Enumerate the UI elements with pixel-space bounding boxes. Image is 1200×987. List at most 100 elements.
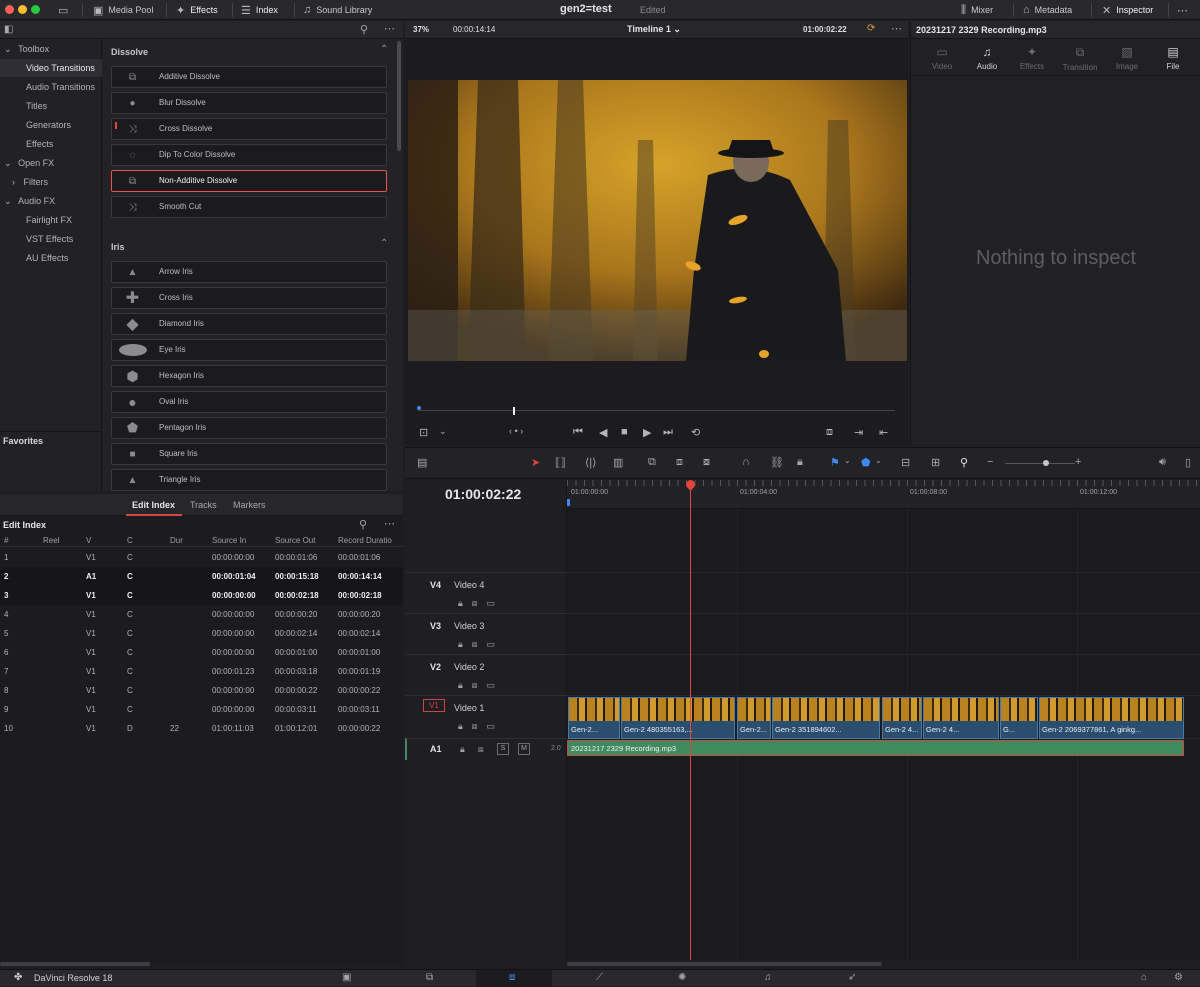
sidebar-item-open-fx[interactable]: ⌄ Open FX (0, 154, 102, 172)
zoom-out-icon[interactable]: − (987, 456, 993, 468)
search-icon[interactable]: ⚲ (360, 23, 368, 36)
chevron-down-icon[interactable]: ⌄ (875, 456, 882, 465)
flag-icon[interactable]: ⚑ (830, 456, 840, 469)
table-row[interactable]: 3 V1 C 00:00:00:00 00:00:02:18 00:00:02:18 (0, 586, 403, 605)
media-page-icon[interactable]: ▣ (342, 972, 351, 983)
timeline-ruler[interactable]: 01:00:00:00 01:00:04:00 01:00:08:00 01:0… (567, 480, 1200, 509)
jog-control-icon[interactable]: ‹ • › (509, 426, 523, 436)
effect-dip-to-color-dissolve[interactable]: ◌ Dip To Color Dissolve (111, 144, 387, 166)
table-row[interactable]: 1 V1 C 00:00:00:00 00:00:01:06 00:00:01:06 (0, 548, 403, 567)
more-options-icon[interactable]: ⋯ (1177, 0, 1188, 20)
column-header-dur[interactable]: Dur (170, 536, 183, 545)
zoom-window-button[interactable] (31, 5, 40, 14)
marker-icon[interactable]: ⬟ (861, 456, 871, 469)
video-clip[interactable]: Gen-2 2069377861, A ginkg... (1039, 697, 1184, 739)
lock-icon[interactable]: 🔒︎ (458, 721, 463, 732)
sidebar-item-au-effects[interactable]: AU Effects (0, 249, 102, 267)
audio-meter-icon[interactable]: ▯ (1185, 456, 1191, 469)
solo-button[interactable]: S (497, 743, 509, 755)
fusion-page-icon[interactable]: ⟋ (596, 972, 603, 983)
sound-library-button[interactable]: ♫ Sound Library (303, 0, 372, 20)
column-header-number[interactable]: # (4, 536, 8, 545)
inspector-tab-transition[interactable]: ⧉ Transition (1060, 45, 1100, 72)
viewer-scrub-bar[interactable] (418, 410, 895, 411)
edit-index-options-icon[interactable]: ⋯ (384, 517, 395, 530)
effect-hexagon-iris[interactable]: ⬢ Hexagon Iris (111, 365, 387, 387)
color-page-icon[interactable]: ✺ (678, 972, 686, 983)
effect-arrow-iris[interactable]: ▲ Arrow Iris (111, 261, 387, 283)
sidebar-item-video-transitions[interactable]: Video Transitions (0, 59, 102, 77)
metadata-button[interactable]: ⌂ Metadata (1023, 0, 1072, 20)
track-header-v1[interactable]: V1 Video 1 🔒︎ ⧈ ▭ (405, 695, 567, 738)
table-row[interactable]: 6 V1 C 00:00:00:00 00:00:01:00 00:00:01:00 (0, 643, 403, 662)
trim-tool-icon[interactable]: ⟦⟧ (555, 456, 566, 469)
selection-tool-icon[interactable]: ➤ (531, 456, 540, 469)
auto-select-icon[interactable]: ⧈ (472, 639, 478, 650)
tab-tracks[interactable]: Tracks (190, 500, 217, 510)
effect-square-iris[interactable]: ■ Square Iris (111, 443, 387, 465)
auto-select-icon[interactable]: ⧈ (472, 598, 478, 609)
zoom-slider-thumb[interactable] (1043, 460, 1049, 466)
audio-volume-icon[interactable]: 🔊︎ (1159, 456, 1166, 469)
search-icon[interactable]: ⚲ (359, 518, 367, 531)
effect-cross-iris[interactable]: ✚ Cross Iris (111, 287, 387, 309)
linked-selection-icon[interactable]: ⛓ (770, 456, 784, 469)
play-icon[interactable]: ▶ (643, 426, 651, 439)
track-header-a1[interactable]: A1 🔒︎ ⧈ S M 2.0 (405, 738, 567, 760)
effects-scrollbar[interactable] (397, 41, 401, 151)
monitor-icon[interactable]: ▭ (487, 721, 496, 732)
inspector-button[interactable]: ✕ Inspector (1102, 0, 1153, 20)
index-button[interactable]: ☰ Index (241, 0, 278, 20)
video-clip[interactable]: Gen-2 4... (923, 697, 999, 739)
video-clip[interactable]: Gen-2 480355163,... (621, 697, 735, 739)
zoom-full-icon[interactable]: ⊟ (901, 456, 910, 469)
column-header-source-in[interactable]: Source In (212, 536, 246, 545)
table-row[interactable]: 9 V1 C 00:00:00:00 00:00:03:11 00:00:03:11 (0, 700, 403, 719)
overwrite-clip-icon[interactable]: ⧈ (676, 456, 683, 469)
track-header-v2[interactable]: V2 Video 2 🔒︎ ⧈ ▭ (405, 654, 567, 695)
effect-non-additive-dissolve[interactable]: ⧉ Non-Additive Dissolve (111, 170, 387, 192)
effects-button[interactable]: ✦ Effects (176, 0, 218, 20)
sidebar-item-fairlight-fx[interactable]: Fairlight FX (0, 211, 102, 229)
collapse-chevron-icon[interactable]: ⌃ (380, 44, 388, 55)
blade-tool-icon[interactable]: ▥ (613, 456, 623, 469)
effect-triangle-iris[interactable]: ▲ Triangle Iris (111, 469, 387, 491)
column-header-v[interactable]: V (86, 536, 91, 545)
media-pool-button[interactable]: ▣ Media Pool (93, 0, 153, 20)
play-reverse-icon[interactable]: ◀ (599, 426, 607, 439)
table-row[interactable]: 5 V1 C 00:00:00:00 00:00:02:14 00:00:02:14 (0, 624, 403, 643)
source-track-destination[interactable]: V1 (423, 699, 445, 712)
timeline-tracks[interactable]: Gen-2... Gen-2 480355163,... Gen-2... Ge… (567, 509, 1200, 960)
viewer-options-icon[interactable]: ⋯ (891, 22, 902, 35)
sidebar-item-toolbox[interactable]: ⌄ Toolbox (0, 40, 102, 58)
edit-index-horizontal-scrollbar[interactable] (0, 962, 150, 966)
inspector-tab-video[interactable]: ▭ Video (922, 45, 962, 71)
sidebar-item-vst-effects[interactable]: VST Effects (0, 230, 102, 248)
track-header-v4[interactable]: V4 Video 4 🔒︎ ⧈ ▭ (405, 572, 567, 613)
column-header-c[interactable]: C (127, 536, 133, 545)
table-row[interactable]: 2 A1 C 00:00:01:04 00:00:15:18 00:00:14:14 (0, 567, 403, 586)
chevron-down-icon[interactable]: ⌄ (844, 456, 851, 465)
timeline-view-options-icon[interactable]: ▤ (417, 456, 427, 469)
inspector-tab-effects[interactable]: ✦ Effects (1012, 45, 1052, 71)
sidebar-item-generators[interactable]: Generators (0, 116, 102, 134)
track-header-v3[interactable]: V3 Video 3 🔒︎ ⧈ ▭ (405, 613, 567, 654)
effect-cross-dissolve[interactable]: ⤨ Cross Dissolve (111, 118, 387, 140)
mute-button[interactable]: M (518, 743, 530, 755)
match-frame-icon[interactable]: ⧈ (826, 426, 833, 439)
mixer-button[interactable]: ⫼ Mixer (961, 0, 993, 20)
sidebar-item-titles[interactable]: Titles (0, 97, 102, 115)
zoom-slider-track[interactable] (1005, 463, 1075, 464)
lock-icon[interactable]: 🔒︎ (458, 680, 463, 691)
auto-select-icon[interactable]: ⧈ (472, 680, 478, 691)
edit-page-icon[interactable]: ⧈ (509, 972, 515, 983)
previous-edit-icon[interactable]: ⇤ (879, 426, 888, 439)
effect-pentagon-iris[interactable]: ⬟ Pentagon Iris (111, 417, 387, 439)
close-window-button[interactable] (5, 5, 14, 14)
chevron-down-icon[interactable]: ⌄ (439, 426, 447, 437)
panel-toggle-icon[interactable]: ◧ (4, 24, 13, 35)
sidebar-item-filters[interactable]: › Filters (0, 173, 102, 191)
effect-oval-iris[interactable]: ● Oval Iris (111, 391, 387, 413)
lock-icon[interactable]: 🔒︎ (460, 744, 465, 755)
settings-gear-icon[interactable]: ⚙ (1174, 972, 1183, 983)
